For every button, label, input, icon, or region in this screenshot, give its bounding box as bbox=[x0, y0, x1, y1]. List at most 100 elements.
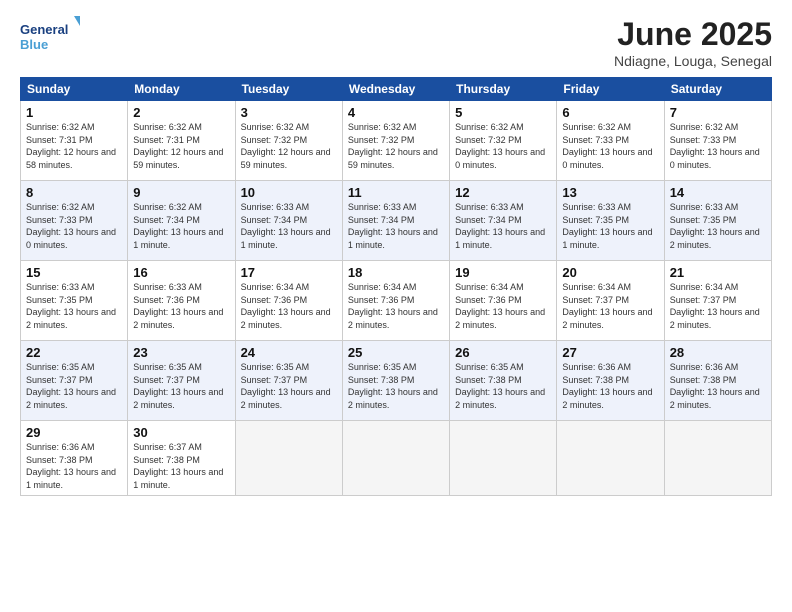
calendar-cell: 3 Sunrise: 6:32 AMSunset: 7:32 PMDayligh… bbox=[235, 101, 342, 181]
day-number: 20 bbox=[562, 265, 658, 280]
day-info: Sunrise: 6:33 AMSunset: 7:34 PMDaylight:… bbox=[455, 201, 551, 251]
location: Ndiagne, Louga, Senegal bbox=[614, 53, 772, 69]
calendar-cell: 18 Sunrise: 6:34 AMSunset: 7:36 PMDaylig… bbox=[342, 261, 449, 341]
calendar-cell bbox=[235, 421, 342, 496]
header-saturday: Saturday bbox=[664, 78, 771, 101]
day-number: 29 bbox=[26, 425, 122, 440]
calendar-cell: 23 Sunrise: 6:35 AMSunset: 7:37 PMDaylig… bbox=[128, 341, 235, 421]
calendar-cell: 11 Sunrise: 6:33 AMSunset: 7:34 PMDaylig… bbox=[342, 181, 449, 261]
day-info: Sunrise: 6:36 AMSunset: 7:38 PMDaylight:… bbox=[562, 361, 658, 411]
header-monday: Monday bbox=[128, 78, 235, 101]
day-number: 11 bbox=[348, 185, 444, 200]
day-info: Sunrise: 6:35 AMSunset: 7:38 PMDaylight:… bbox=[348, 361, 444, 411]
calendar-week-5: 29 Sunrise: 6:36 AMSunset: 7:38 PMDaylig… bbox=[21, 421, 772, 496]
calendar-cell: 1 Sunrise: 6:32 AMSunset: 7:31 PMDayligh… bbox=[21, 101, 128, 181]
logo: General Blue bbox=[20, 16, 80, 54]
day-number: 15 bbox=[26, 265, 122, 280]
day-number: 19 bbox=[455, 265, 551, 280]
header-friday: Friday bbox=[557, 78, 664, 101]
day-number: 22 bbox=[26, 345, 122, 360]
calendar: Sunday Monday Tuesday Wednesday Thursday… bbox=[20, 77, 772, 496]
day-number: 21 bbox=[670, 265, 766, 280]
calendar-cell: 30 Sunrise: 6:37 AMSunset: 7:38 PMDaylig… bbox=[128, 421, 235, 496]
header-sunday: Sunday bbox=[21, 78, 128, 101]
day-info: Sunrise: 6:34 AMSunset: 7:37 PMDaylight:… bbox=[670, 281, 766, 331]
calendar-cell: 5 Sunrise: 6:32 AMSunset: 7:32 PMDayligh… bbox=[450, 101, 557, 181]
day-number: 25 bbox=[348, 345, 444, 360]
month-title: June 2025 bbox=[614, 16, 772, 53]
day-number: 3 bbox=[241, 105, 337, 120]
day-info: Sunrise: 6:36 AMSunset: 7:38 PMDaylight:… bbox=[670, 361, 766, 411]
day-number: 7 bbox=[670, 105, 766, 120]
day-number: 30 bbox=[133, 425, 229, 440]
day-info: Sunrise: 6:35 AMSunset: 7:37 PMDaylight:… bbox=[26, 361, 122, 411]
calendar-cell: 15 Sunrise: 6:33 AMSunset: 7:35 PMDaylig… bbox=[21, 261, 128, 341]
day-number: 8 bbox=[26, 185, 122, 200]
calendar-cell bbox=[557, 421, 664, 496]
calendar-cell: 12 Sunrise: 6:33 AMSunset: 7:34 PMDaylig… bbox=[450, 181, 557, 261]
day-number: 24 bbox=[241, 345, 337, 360]
day-number: 18 bbox=[348, 265, 444, 280]
calendar-cell: 25 Sunrise: 6:35 AMSunset: 7:38 PMDaylig… bbox=[342, 341, 449, 421]
calendar-cell: 16 Sunrise: 6:33 AMSunset: 7:36 PMDaylig… bbox=[128, 261, 235, 341]
day-number: 17 bbox=[241, 265, 337, 280]
day-number: 1 bbox=[26, 105, 122, 120]
day-info: Sunrise: 6:34 AMSunset: 7:36 PMDaylight:… bbox=[241, 281, 337, 331]
page: General Blue June 2025 Ndiagne, Louga, S… bbox=[0, 0, 792, 612]
calendar-cell: 21 Sunrise: 6:34 AMSunset: 7:37 PMDaylig… bbox=[664, 261, 771, 341]
day-info: Sunrise: 6:32 AMSunset: 7:33 PMDaylight:… bbox=[670, 121, 766, 171]
day-info: Sunrise: 6:32 AMSunset: 7:32 PMDaylight:… bbox=[348, 121, 444, 171]
day-info: Sunrise: 6:32 AMSunset: 7:33 PMDaylight:… bbox=[26, 201, 122, 251]
calendar-week-1: 1 Sunrise: 6:32 AMSunset: 7:31 PMDayligh… bbox=[21, 101, 772, 181]
day-info: Sunrise: 6:33 AMSunset: 7:34 PMDaylight:… bbox=[241, 201, 337, 251]
day-info: Sunrise: 6:32 AMSunset: 7:32 PMDaylight:… bbox=[455, 121, 551, 171]
day-info: Sunrise: 6:33 AMSunset: 7:35 PMDaylight:… bbox=[670, 201, 766, 251]
day-number: 6 bbox=[562, 105, 658, 120]
day-number: 16 bbox=[133, 265, 229, 280]
day-number: 9 bbox=[133, 185, 229, 200]
calendar-cell: 27 Sunrise: 6:36 AMSunset: 7:38 PMDaylig… bbox=[557, 341, 664, 421]
calendar-cell: 6 Sunrise: 6:32 AMSunset: 7:33 PMDayligh… bbox=[557, 101, 664, 181]
day-info: Sunrise: 6:35 AMSunset: 7:37 PMDaylight:… bbox=[241, 361, 337, 411]
day-number: 27 bbox=[562, 345, 658, 360]
calendar-cell: 9 Sunrise: 6:32 AMSunset: 7:34 PMDayligh… bbox=[128, 181, 235, 261]
day-number: 28 bbox=[670, 345, 766, 360]
calendar-cell: 2 Sunrise: 6:32 AMSunset: 7:31 PMDayligh… bbox=[128, 101, 235, 181]
calendar-cell: 24 Sunrise: 6:35 AMSunset: 7:37 PMDaylig… bbox=[235, 341, 342, 421]
day-info: Sunrise: 6:35 AMSunset: 7:38 PMDaylight:… bbox=[455, 361, 551, 411]
calendar-header-row: Sunday Monday Tuesday Wednesday Thursday… bbox=[21, 78, 772, 101]
calendar-cell: 20 Sunrise: 6:34 AMSunset: 7:37 PMDaylig… bbox=[557, 261, 664, 341]
day-info: Sunrise: 6:32 AMSunset: 7:34 PMDaylight:… bbox=[133, 201, 229, 251]
day-number: 5 bbox=[455, 105, 551, 120]
calendar-cell: 14 Sunrise: 6:33 AMSunset: 7:35 PMDaylig… bbox=[664, 181, 771, 261]
day-number: 4 bbox=[348, 105, 444, 120]
day-info: Sunrise: 6:36 AMSunset: 7:38 PMDaylight:… bbox=[26, 441, 122, 491]
day-info: Sunrise: 6:33 AMSunset: 7:35 PMDaylight:… bbox=[562, 201, 658, 251]
day-info: Sunrise: 6:35 AMSunset: 7:37 PMDaylight:… bbox=[133, 361, 229, 411]
title-block: June 2025 Ndiagne, Louga, Senegal bbox=[614, 16, 772, 69]
day-number: 2 bbox=[133, 105, 229, 120]
svg-text:Blue: Blue bbox=[20, 37, 48, 52]
calendar-week-2: 8 Sunrise: 6:32 AMSunset: 7:33 PMDayligh… bbox=[21, 181, 772, 261]
day-number: 23 bbox=[133, 345, 229, 360]
calendar-cell bbox=[342, 421, 449, 496]
day-info: Sunrise: 6:33 AMSunset: 7:34 PMDaylight:… bbox=[348, 201, 444, 251]
header-thursday: Thursday bbox=[450, 78, 557, 101]
calendar-week-3: 15 Sunrise: 6:33 AMSunset: 7:35 PMDaylig… bbox=[21, 261, 772, 341]
day-info: Sunrise: 6:34 AMSunset: 7:36 PMDaylight:… bbox=[455, 281, 551, 331]
calendar-cell: 22 Sunrise: 6:35 AMSunset: 7:37 PMDaylig… bbox=[21, 341, 128, 421]
svg-text:General: General bbox=[20, 22, 68, 37]
day-number: 14 bbox=[670, 185, 766, 200]
calendar-cell: 8 Sunrise: 6:32 AMSunset: 7:33 PMDayligh… bbox=[21, 181, 128, 261]
calendar-cell: 19 Sunrise: 6:34 AMSunset: 7:36 PMDaylig… bbox=[450, 261, 557, 341]
logo-svg: General Blue bbox=[20, 16, 80, 54]
day-number: 12 bbox=[455, 185, 551, 200]
header: General Blue June 2025 Ndiagne, Louga, S… bbox=[20, 16, 772, 69]
calendar-cell: 26 Sunrise: 6:35 AMSunset: 7:38 PMDaylig… bbox=[450, 341, 557, 421]
day-info: Sunrise: 6:32 AMSunset: 7:33 PMDaylight:… bbox=[562, 121, 658, 171]
calendar-cell: 28 Sunrise: 6:36 AMSunset: 7:38 PMDaylig… bbox=[664, 341, 771, 421]
day-info: Sunrise: 6:33 AMSunset: 7:36 PMDaylight:… bbox=[133, 281, 229, 331]
calendar-cell: 4 Sunrise: 6:32 AMSunset: 7:32 PMDayligh… bbox=[342, 101, 449, 181]
calendar-cell: 29 Sunrise: 6:36 AMSunset: 7:38 PMDaylig… bbox=[21, 421, 128, 496]
day-number: 13 bbox=[562, 185, 658, 200]
